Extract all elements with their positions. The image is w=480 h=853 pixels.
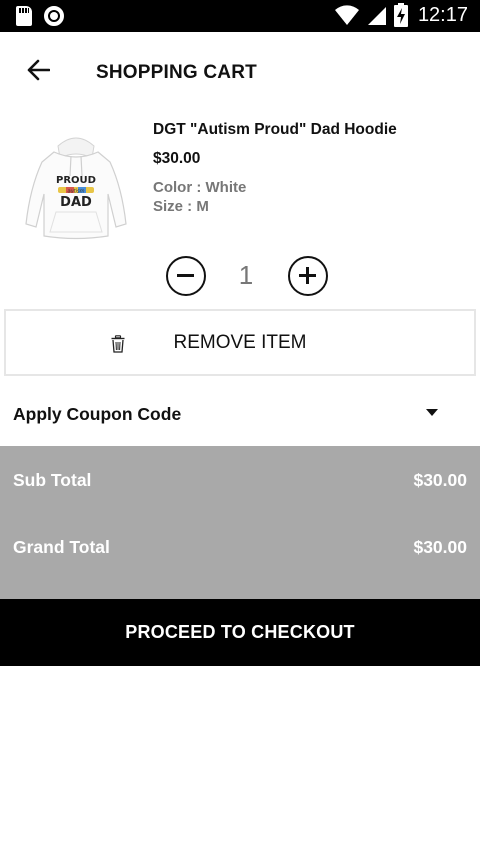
remove-item-label: REMOVE ITEM xyxy=(173,332,307,353)
product-name[interactable]: DGT "Autism Proud" Dad Hoodie xyxy=(153,121,397,139)
sub-total-row: Sub Total $30.00 xyxy=(0,468,480,498)
status-right-icons: 12:17 xyxy=(334,3,468,27)
battery-charging-icon xyxy=(393,3,408,27)
signal-icon xyxy=(367,7,386,25)
plus-icon-vertical xyxy=(306,267,309,284)
hoodie-print-line-2: autism xyxy=(67,189,84,195)
proceed-to-checkout-button[interactable]: PROCEED TO CHECKOUT xyxy=(0,599,480,666)
decrease-quantity-button[interactable] xyxy=(166,256,206,296)
quantity-value: 1 xyxy=(238,260,254,290)
status-bar: 12:17 xyxy=(0,0,480,32)
hoodie-product-image: PROUD autism DAD xyxy=(25,137,127,240)
coupon-label: Apply Coupon Code xyxy=(13,404,182,424)
totals-panel: Sub Total $30.00 Grand Total $30.00 xyxy=(0,446,480,599)
sub-total-label: Sub Total xyxy=(13,470,92,490)
product-image[interactable]: PROUD autism DAD xyxy=(14,128,138,250)
hoodie-print-line-1: PROUD xyxy=(56,175,96,186)
sub-total-value: $30.00 xyxy=(413,470,467,490)
cart-item: PROUD autism DAD DGT "Autism Proud" Dad … xyxy=(0,110,480,250)
product-size: Size : M xyxy=(153,198,209,215)
grand-total-label: Grand Total xyxy=(13,537,110,557)
circle-notification-icon xyxy=(44,6,64,26)
checkout-label: PROCEED TO CHECKOUT xyxy=(125,622,355,642)
sd-card-icon xyxy=(16,6,32,26)
app-bar: SHOPPING CART xyxy=(0,32,480,110)
grand-total-row: Grand Total $30.00 xyxy=(0,535,480,565)
wifi-icon xyxy=(334,5,359,25)
caret-down-icon xyxy=(426,409,438,416)
remove-item-button[interactable]: REMOVE ITEM xyxy=(4,309,476,376)
back-arrow-icon xyxy=(27,59,50,81)
page-title: SHOPPING CART xyxy=(96,62,257,83)
minus-icon xyxy=(177,274,194,277)
quantity-stepper: 1 xyxy=(0,254,480,298)
product-color: Color : White xyxy=(153,179,247,196)
hoodie-print-line-3: DAD xyxy=(60,195,92,210)
grand-total-value: $30.00 xyxy=(413,537,467,557)
coupon-dropdown[interactable]: Apply Coupon Code xyxy=(0,388,480,442)
back-button[interactable] xyxy=(18,52,58,88)
product-price: $30.00 xyxy=(153,150,201,167)
status-left-icons xyxy=(16,6,64,26)
status-time: 12:17 xyxy=(417,3,468,26)
increase-quantity-button[interactable] xyxy=(288,256,328,296)
